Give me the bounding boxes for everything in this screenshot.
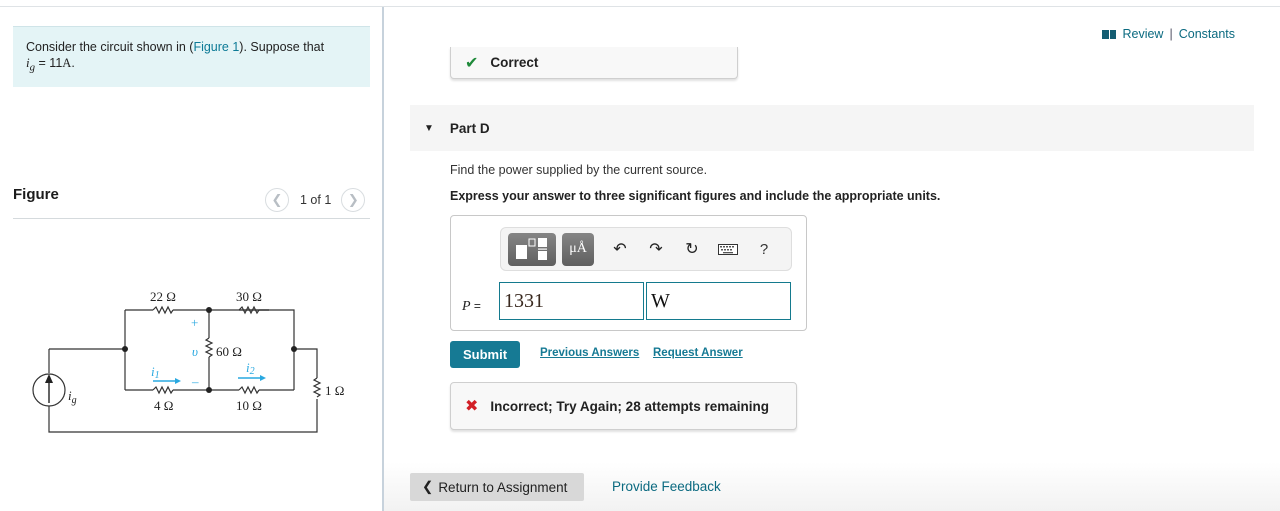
request-answer-link[interactable]: Request Answer	[653, 347, 743, 359]
intro-text: Consider the circuit shown in (	[26, 40, 194, 54]
intro-text-after: ). Suppose that	[239, 40, 325, 54]
label-i1: i1	[151, 364, 160, 381]
templates-button[interactable]	[508, 232, 556, 266]
circuit-diagram: 22 Ω 30 Ω 60 Ω 4 Ω 10 Ω 1 Ω ig + – υ i1 …	[32, 289, 344, 433]
review-constants: Review | Constants	[1102, 27, 1235, 41]
question-text: Find the power supplied by the current s…	[450, 163, 708, 177]
chevron-left-icon: ❮	[422, 479, 434, 494]
resistor-4	[152, 385, 174, 395]
redo-icon: ↷	[649, 241, 663, 258]
previous-answers-link[interactable]: Previous Answers	[540, 347, 639, 359]
answer-unit-input[interactable]: W	[646, 282, 791, 320]
reset-icon: ↻	[685, 241, 699, 258]
units-button[interactable]: μÅ	[562, 232, 594, 266]
return-label: Return to Assignment	[438, 479, 568, 495]
figure-count: 1 of 1	[300, 193, 332, 207]
x-icon: ✖	[465, 398, 479, 415]
label-ig: ig	[68, 388, 77, 406]
figure-next-button[interactable]: ❯	[341, 188, 366, 212]
figure-pager: ❮ 1 of 1 ❯	[265, 188, 366, 212]
chevron-right-icon: ❯	[347, 192, 359, 207]
redo-button[interactable]: ↷	[638, 233, 674, 266]
label-r4: 4 Ω	[154, 398, 173, 413]
label-r22: 22 Ω	[150, 289, 176, 304]
incorrect-text: Incorrect; Try Again; 28 attempts remain…	[490, 398, 769, 414]
templates-icon	[516, 238, 547, 260]
constants-link[interactable]: Constants	[1179, 27, 1235, 41]
ig-variable: ig	[26, 55, 36, 74]
book-icon	[1102, 29, 1117, 39]
label-v: υ	[192, 344, 198, 359]
answer-value-input[interactable]: 1331	[499, 282, 644, 320]
figure-title: Figure	[13, 186, 59, 203]
label-r10: 10 Ω	[236, 398, 262, 413]
part-title: Part D	[449, 120, 490, 136]
source-arrow-icon	[45, 374, 53, 403]
provide-feedback-link[interactable]: Provide Feedback	[612, 479, 721, 494]
figure-divider	[13, 218, 370, 219]
correct-text: Correct	[490, 55, 539, 70]
caret-down-icon: ▼	[424, 122, 434, 134]
answer-label: P =	[462, 299, 481, 314]
check-icon: ✔	[465, 54, 479, 72]
math-toolbar: μÅ ↶ ↷ ↻ ?	[500, 227, 792, 271]
label-r1: 1 Ω	[325, 383, 344, 398]
review-separator: |	[1169, 27, 1173, 41]
ig-unit: A	[62, 56, 72, 70]
return-to-assignment-button[interactable]: ❮ Return to Assignment	[410, 473, 584, 501]
node	[206, 387, 212, 393]
node	[122, 346, 128, 352]
label-minus: –	[191, 374, 199, 389]
answer-feedback: ✖ Incorrect; Try Again; 28 attempts rema…	[450, 382, 797, 430]
problem-intro: Consider the circuit shown in (Figure 1)…	[13, 26, 370, 87]
wire-source-left-bottom	[48, 399, 318, 433]
previous-part-feedback: ✔ Correct	[450, 47, 738, 79]
node	[206, 307, 212, 313]
undo-icon: ↶	[613, 241, 627, 258]
reset-button[interactable]: ↻	[674, 233, 710, 266]
label-i2: i2	[246, 360, 255, 377]
label-plus: +	[191, 315, 198, 330]
keyboard-button[interactable]	[710, 233, 746, 266]
label-r30: 30 Ω	[236, 289, 262, 304]
review-link[interactable]: Review	[1122, 27, 1163, 41]
answer-pane: Review | Constants ✔ Correct ▼ Part D Fi…	[384, 7, 1280, 511]
help-button[interactable]: ?	[746, 233, 782, 266]
instruction-text: Express your answer to three significant…	[450, 189, 941, 203]
resistor-22	[152, 305, 174, 315]
figure-link[interactable]: Figure 1	[193, 40, 239, 54]
label-r60: 60 Ω	[216, 344, 242, 359]
figure-prev-button[interactable]: ❮	[265, 188, 289, 212]
submit-button[interactable]: Submit	[450, 341, 520, 368]
chevron-left-icon: ❮	[271, 192, 283, 207]
answer-box: μÅ ↶ ↷ ↻ ? P = 1331 W	[450, 215, 807, 331]
resistor-10	[238, 385, 260, 395]
resistor-60	[204, 337, 214, 358]
ig-value: = 11	[35, 56, 63, 70]
undo-button[interactable]: ↶	[602, 233, 638, 266]
node	[291, 346, 297, 352]
resistor-1	[312, 377, 322, 398]
keyboard-icon	[718, 243, 738, 255]
part-d-header[interactable]: ▼ Part D	[410, 105, 1254, 151]
